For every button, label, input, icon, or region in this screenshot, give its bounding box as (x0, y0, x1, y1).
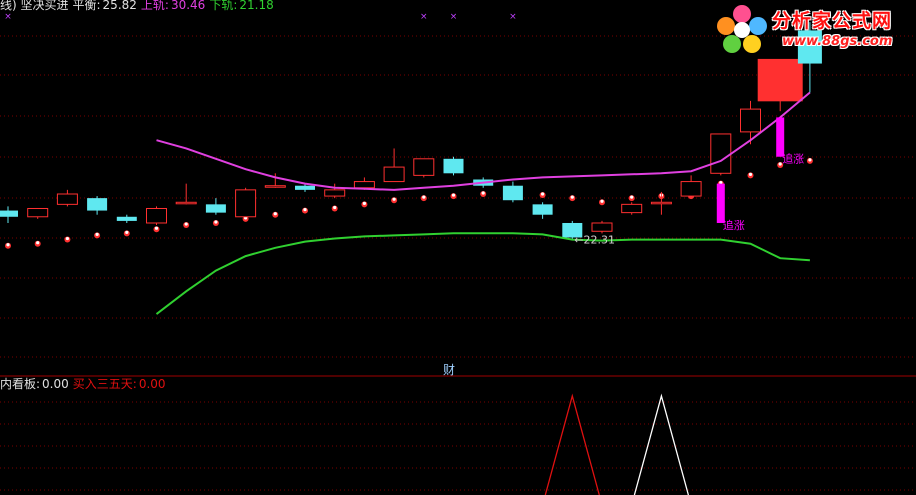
candle-body (264, 185, 286, 188)
support-dot-center (392, 197, 396, 201)
support-dot-center (422, 195, 426, 199)
support-dot-center (541, 192, 545, 196)
candle-body (443, 158, 464, 174)
candle-body (532, 204, 553, 215)
buy-value: 0.00 (138, 377, 166, 391)
candle-body (87, 198, 108, 211)
top-marker: × (4, 12, 12, 22)
support-dot-center (451, 193, 456, 197)
candle-body (27, 207, 49, 218)
support-dot-center (748, 172, 753, 176)
support-dot-center (36, 241, 40, 245)
candles (0, 22, 822, 240)
candle-body (205, 204, 226, 213)
candle-body (383, 166, 405, 183)
candle-body (295, 185, 315, 190)
support-dot-center (630, 195, 634, 199)
zhuizhang-label: 追涨 (782, 152, 804, 166)
top-marker: × (450, 12, 458, 22)
candle-body (56, 193, 78, 205)
candlestick-chart: × × × × 追涨追涨 ←22.31 (0, 12, 916, 495)
candle-body (175, 201, 197, 205)
buy-label: 买入三五天: (72, 377, 137, 391)
lower-value: 21.18 (239, 0, 274, 12)
support-dot-center (95, 232, 99, 237)
support-dot-center (808, 158, 812, 162)
candle-body (591, 222, 613, 232)
support-dot-center (362, 201, 366, 205)
flower-logo-icon (717, 5, 767, 53)
lower-label: 下轨: (209, 0, 238, 12)
support-dot-center (6, 243, 10, 247)
candle-body (413, 158, 435, 176)
upper-label: 上轨: (140, 0, 169, 12)
zhuizhang-bar (776, 117, 785, 157)
annotation-label: ←22.31 (574, 234, 615, 247)
support-dot-center (481, 191, 485, 195)
candle-body (0, 210, 18, 217)
indicator-name: 线) 坚决买进 (0, 0, 69, 12)
support-dot-center (273, 212, 277, 216)
candle-body (235, 189, 257, 218)
candle-body (353, 181, 375, 189)
support-dot-center (184, 222, 188, 226)
candle-body (324, 189, 346, 197)
candle-body (116, 216, 137, 221)
support-dot-center (333, 205, 337, 210)
support-dot-center (125, 230, 129, 234)
upper-value: 30.46 (170, 0, 206, 12)
candle-body (710, 133, 732, 174)
site-logo: 分析家公式网 www.88gs.com (712, 2, 916, 54)
logo-url: www.88gs.com (782, 34, 893, 49)
top-marker: × (509, 12, 517, 22)
sub-indicator-header: 内看板: 0.00 买入三五天: 0.00 (0, 377, 170, 391)
support-dot-center (570, 195, 574, 199)
divider-label: 财 (443, 363, 456, 377)
top-markers: × × × × (4, 12, 516, 22)
candle-body (650, 201, 672, 205)
logo-title: 分析家公式网 (772, 10, 893, 32)
candle-body (740, 108, 761, 133)
sub-grid-lines (0, 401, 916, 491)
indicator-header: 线) 坚决买进 平衡: 25.82 上轨: 30.46 下轨: 21.18 (0, 0, 278, 12)
zhuizhang-bar (716, 183, 725, 223)
sub-name-value: 0.00 (42, 377, 69, 391)
support-dot-center (154, 226, 159, 230)
balance-value: 25.82 (102, 0, 137, 12)
sub-name: 内看板: (0, 377, 41, 391)
support-dot-center (600, 199, 604, 203)
balance-label: 平衡: (72, 0, 101, 12)
candle-body (146, 207, 167, 224)
price-annotation: ←22.31 (574, 234, 615, 247)
candle-body (680, 181, 702, 197)
support-dot-center (303, 207, 307, 212)
support-dot-center (65, 236, 69, 241)
zhuizhang-label: 追涨 (723, 218, 745, 232)
candle-body (621, 203, 643, 214)
candle-body (757, 58, 803, 102)
support-dot-center (214, 220, 218, 224)
lower-band-line (155, 232, 810, 315)
candle-body (502, 185, 523, 201)
top-marker: × (420, 12, 428, 22)
